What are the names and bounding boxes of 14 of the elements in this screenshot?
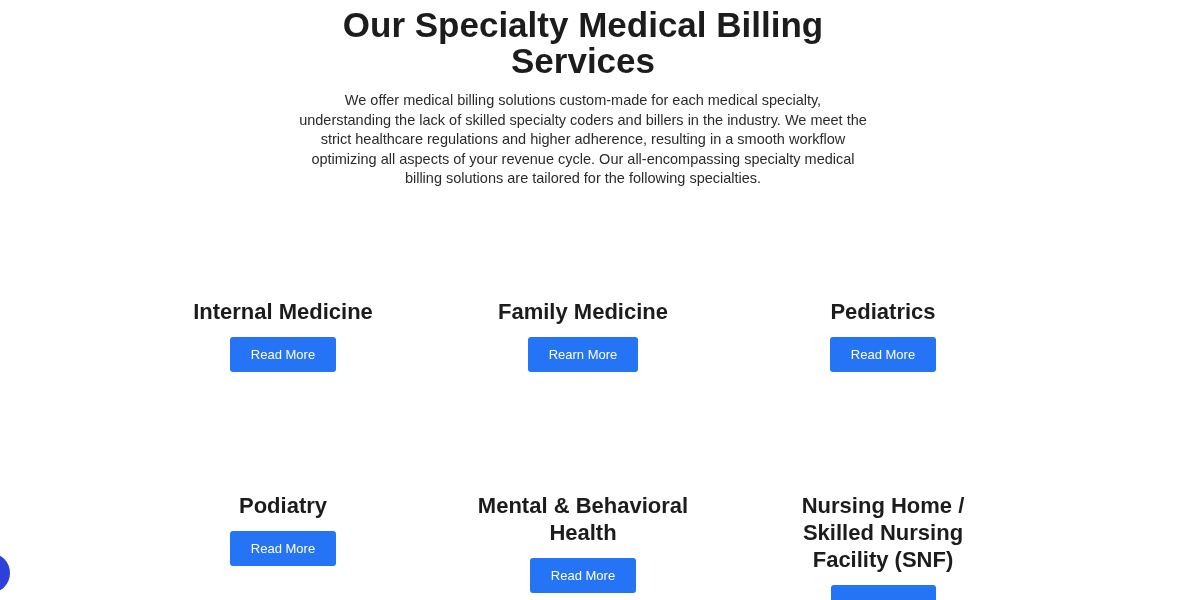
read-more-button[interactable]: Read More xyxy=(529,557,637,593)
read-more-button[interactable] xyxy=(830,584,936,600)
intro-paragraph: We offer medical billing solutions custom-made for each medical specialty, understanding the lack of skilled specialty coders and billers in the industry. We meet the strict healthcare regulations and higher adherence, resulting in a smooth workflow optimizing all aspects of your revenue cycle. Our all-encompassing specialty medical billing solutions are tailored for the following specialties. xyxy=(298,91,868,188)
read-more-button[interactable]: Read More xyxy=(229,530,337,566)
read-more-button[interactable]: Read More xyxy=(829,336,937,372)
specialty-title: Pediatrics xyxy=(830,297,936,325)
specialty-title: Mental & Behavioral Health xyxy=(476,491,690,546)
specialty-title: Internal Medicine xyxy=(193,297,373,325)
specialty-title: Nursing Home / Skilled Nursing Facility (SNF) xyxy=(800,491,966,573)
specialty-title: Podiatry xyxy=(239,491,327,519)
specialty-title: Family Medicine xyxy=(498,297,668,325)
page-heading: Our Specialty Medical Billing Services xyxy=(341,7,825,79)
read-more-button[interactable]: Rearn More xyxy=(527,336,639,372)
read-more-button[interactable]: Read More xyxy=(229,336,337,372)
